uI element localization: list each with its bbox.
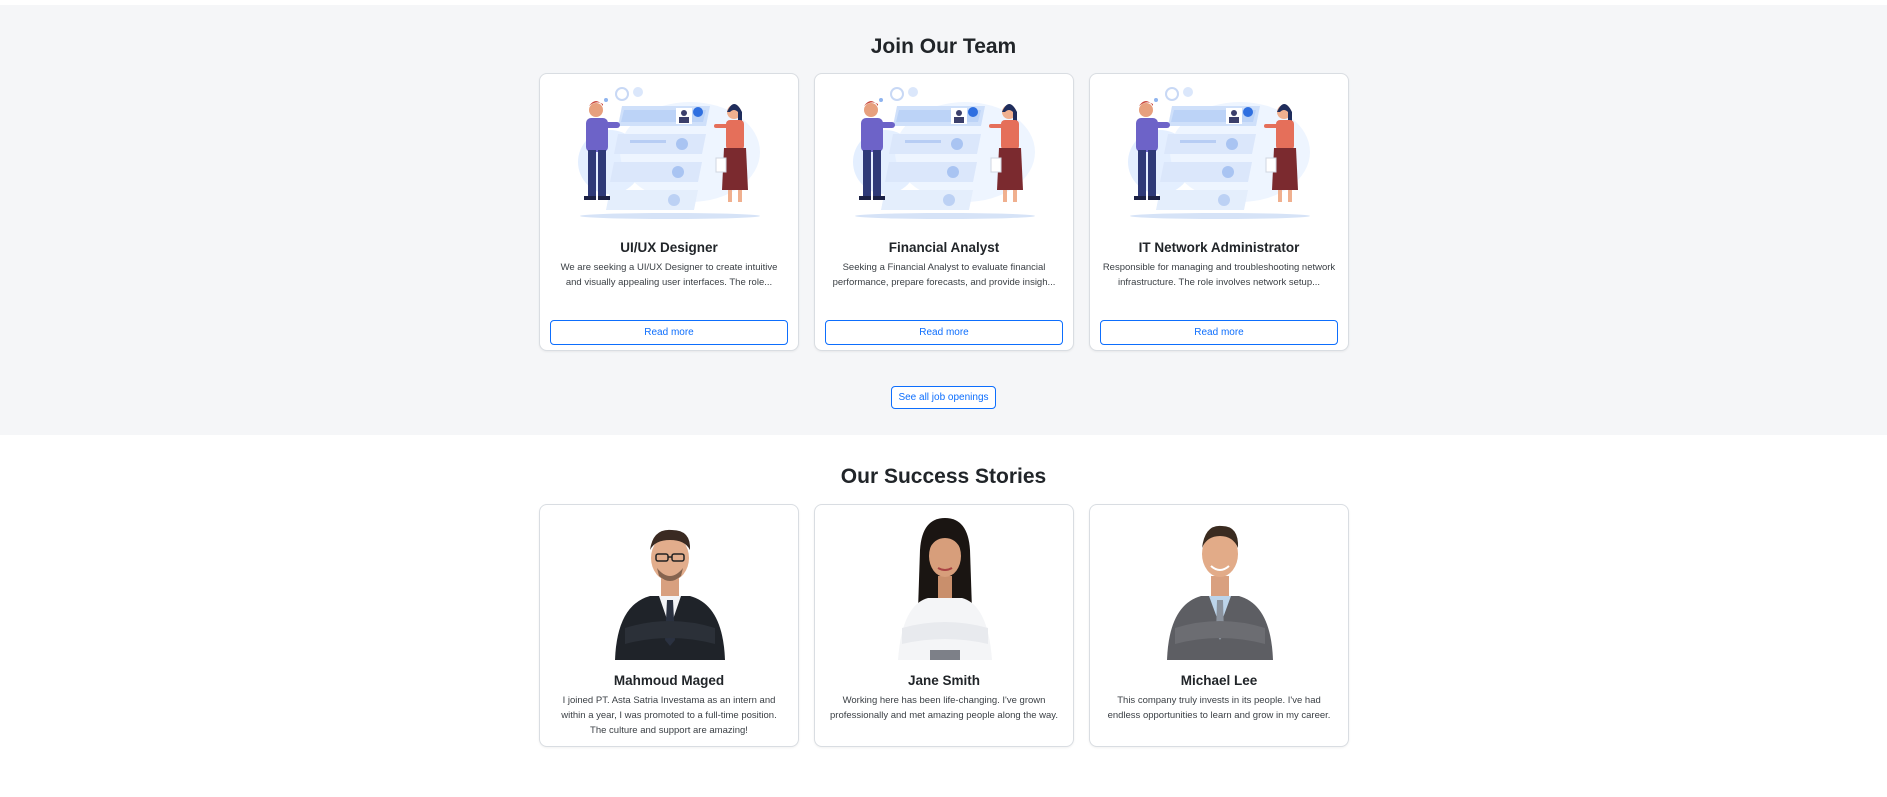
job-card-row: UI/UX Designer We are seeking a UI/UX De…: [539, 73, 1349, 351]
success-stories-title: Our Success Stories: [840, 465, 1047, 488]
hiring-illustration: [1128, 87, 1310, 219]
person-name: Jane Smith: [907, 673, 981, 688]
person-quote: Working here has been life-changing. I'v…: [830, 695, 1058, 721]
story-card-michael: Michael Lee This company truly invests i…: [1089, 504, 1349, 747]
person-photo: [898, 518, 992, 660]
story-card-mahmoud: Mahmoud Maged I joined PT. Asta Satria I…: [539, 504, 799, 747]
person-photo: [615, 529, 725, 660]
hiring-illustration: [853, 87, 1035, 219]
person-photo: [1167, 525, 1273, 660]
job-description: We are seeking a UI/UX Designer to creat…: [560, 262, 778, 288]
story-card-row: Mahmoud Maged I joined PT. Asta Satria I…: [539, 504, 1349, 747]
job-title: IT Network Administrator: [1138, 240, 1300, 255]
read-more-button[interactable]: Read more: [825, 320, 1063, 345]
job-card-financial-analyst: Financial Analyst Seeking a Financial An…: [814, 73, 1074, 351]
job-card-it-network-admin: IT Network Administrator Responsible for…: [1089, 73, 1349, 351]
story-card-jane: Jane Smith Working here has been life-ch…: [814, 504, 1074, 747]
read-more-button[interactable]: Read more: [550, 320, 788, 345]
job-description: Seeking a Financial Analyst to evaluate …: [832, 262, 1056, 288]
join-team-section: Join Our Team UI/UX Designer We are seek…: [0, 5, 1887, 435]
success-stories-section: Our Success Stories Mahmoud Maged I join…: [0, 435, 1887, 797]
see-all-job-openings-button[interactable]: See all job openings: [891, 386, 996, 409]
job-description: Responsible for managing and troubleshoo…: [1102, 262, 1336, 288]
hiring-illustration: [578, 87, 760, 219]
job-title: UI/UX Designer: [620, 240, 718, 255]
person-name: Michael Lee: [1180, 673, 1258, 688]
person-quote: This company truly invests in its people…: [1107, 695, 1331, 721]
person-name: Mahmoud Maged: [613, 673, 725, 688]
job-card-uiux: UI/UX Designer We are seeking a UI/UX De…: [539, 73, 799, 351]
read-more-button[interactable]: Read more: [1100, 320, 1338, 345]
join-team-title: Join Our Team: [870, 35, 1017, 58]
person-quote: I joined PT. Asta Satria Investama as an…: [561, 695, 777, 736]
job-title: Financial Analyst: [888, 240, 1000, 255]
